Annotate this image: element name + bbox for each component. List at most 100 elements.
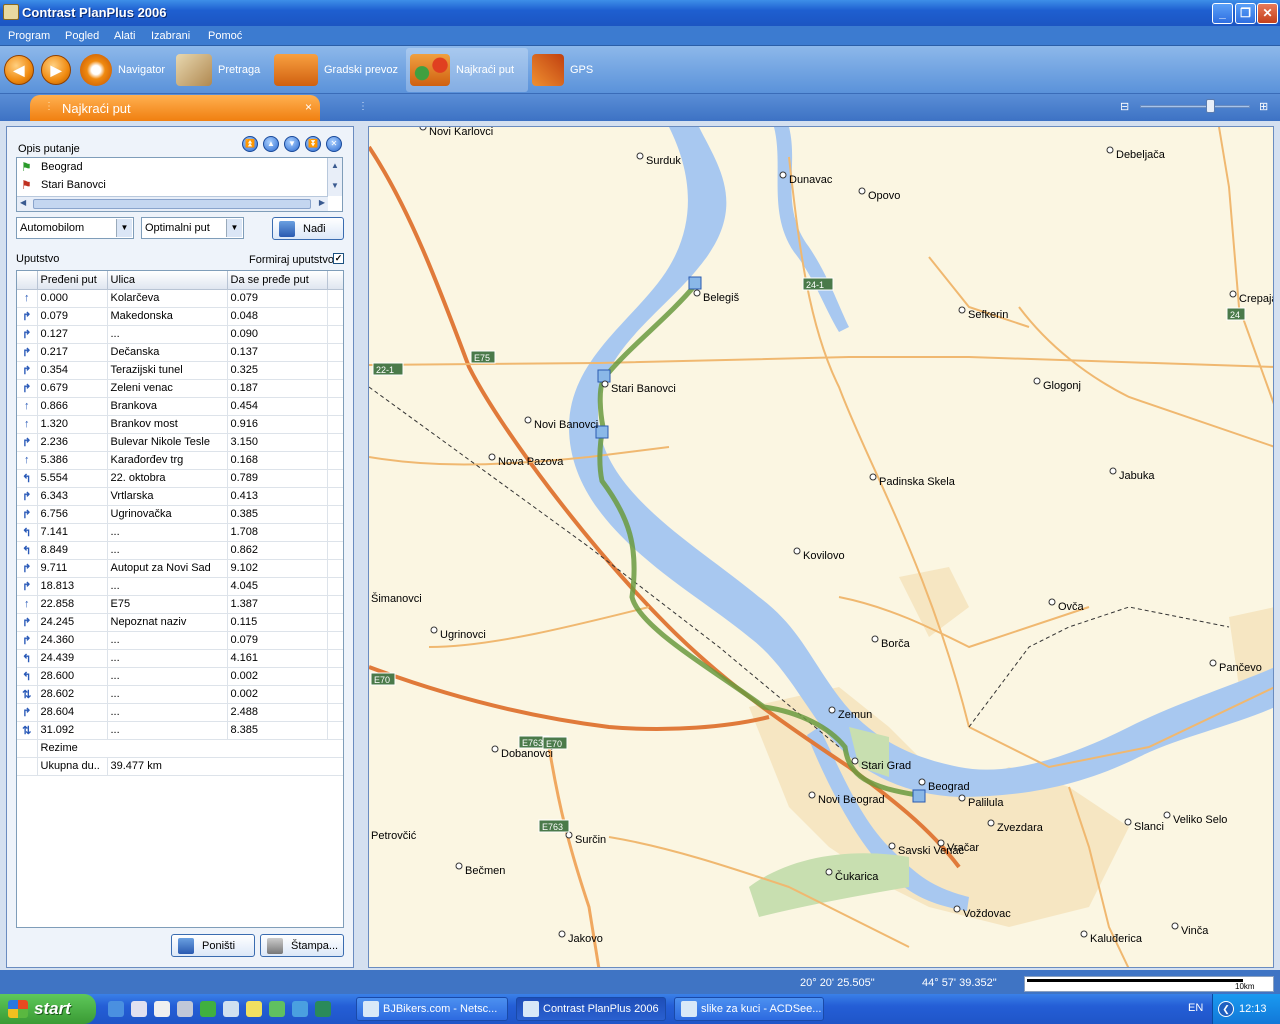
chevron-down-icon[interactable]: ▼: [116, 219, 132, 237]
place-dot[interactable]: [455, 862, 463, 870]
place-dot[interactable]: [1163, 811, 1171, 819]
place-dot[interactable]: [918, 778, 926, 786]
place-label[interactable]: Novi Beograd: [818, 794, 885, 806]
close-window-button[interactable]: ✕: [1257, 3, 1278, 24]
zoom-slider-thumb[interactable]: [1206, 99, 1215, 113]
instruction-row[interactable]: ↱ 0.354 Terazijski tunel 0.325: [17, 361, 343, 380]
splitter-grip-icon[interactable]: ⋮: [358, 101, 368, 112]
place-label[interactable]: Beograd: [928, 781, 970, 793]
place-label[interactable]: Borča: [881, 638, 911, 650]
scroll-down-icon[interactable]: ▼: [328, 178, 342, 194]
place-label[interactable]: Savski Venac: [898, 845, 965, 857]
place-label[interactable]: Jakovo: [568, 933, 603, 945]
place-dot[interactable]: [793, 547, 801, 555]
place-label[interactable]: Belegiš: [703, 292, 740, 304]
place-dot[interactable]: [958, 794, 966, 802]
quicklaunch-green-icon[interactable]: [200, 1001, 216, 1017]
menu-izabrani[interactable]: Izabrani: [151, 30, 190, 42]
place-label[interactable]: Slanci: [1134, 821, 1164, 833]
quicklaunch-doc-icon[interactable]: [177, 1001, 193, 1017]
place-label[interactable]: Šimanovci: [371, 592, 422, 605]
place-dot[interactable]: [953, 905, 961, 913]
menu-pomoc[interactable]: Pomoć: [208, 30, 242, 42]
remove-waypoint-icon[interactable]: ✕: [326, 136, 342, 152]
instruction-row[interactable]: ↱ 9.711 Autoput za Novi Sad 9.102: [17, 559, 343, 578]
place-dot[interactable]: [430, 626, 438, 634]
place-dot[interactable]: [1109, 467, 1117, 475]
quicklaunch-edge-icon[interactable]: [292, 1001, 308, 1017]
place-label[interactable]: Surčin: [575, 834, 606, 846]
place-label[interactable]: Kovilovo: [803, 550, 845, 562]
place-label[interactable]: Novi Banovci: [534, 419, 598, 431]
instruction-row[interactable]: ↱ 18.813 ... 4.045: [17, 577, 343, 596]
instruction-row[interactable]: ↑ 0.000 Kolarčeva 0.079: [17, 289, 343, 308]
route-type-select[interactable]: Optimalni put ▼: [141, 217, 244, 239]
tray-expand-icon[interactable]: ❮: [1218, 1001, 1234, 1017]
place-label[interactable]: Crepaja: [1239, 293, 1274, 305]
place-label[interactable]: Stari Grad: [861, 760, 911, 772]
maximize-button[interactable]: ❐: [1235, 3, 1256, 24]
place-dot[interactable]: [1124, 818, 1132, 826]
instruction-row[interactable]: ↑ 5.386 Karađorđev trg 0.168: [17, 451, 343, 470]
instruction-row[interactable]: ↱ 24.360 ... 0.079: [17, 631, 343, 650]
zoom-out-icon[interactable]: ⊟: [1120, 100, 1129, 113]
cancel-button[interactable]: Poništi: [171, 934, 255, 957]
place-dot[interactable]: [524, 416, 532, 424]
place-dot[interactable]: [558, 930, 566, 938]
place-label[interactable]: Voždovac: [963, 908, 1011, 920]
move-down-icon[interactable]: ▼: [284, 136, 300, 152]
tool-gps[interactable]: GPS: [528, 48, 597, 92]
place-label[interactable]: Zvezdara: [997, 822, 1044, 834]
place-dot[interactable]: [851, 757, 859, 765]
quicklaunch-netscape-icon[interactable]: [315, 1001, 331, 1017]
zoom-in-icon[interactable]: ⊞: [1259, 100, 1268, 113]
instruction-row[interactable]: ↰ 28.600 ... 0.002: [17, 667, 343, 686]
tab-close-icon[interactable]: ×: [305, 100, 312, 114]
task-netscape[interactable]: BJBikers.com - Netsc...: [356, 997, 508, 1021]
place-dot[interactable]: [808, 791, 816, 799]
instruction-row[interactable]: ⇅ 31.092 ... 8.385: [17, 721, 343, 740]
place-dot[interactable]: [491, 745, 499, 753]
place-label[interactable]: Dunavac: [789, 174, 833, 186]
place-label[interactable]: Debeljača: [1116, 149, 1166, 161]
route-marker-beograd[interactable]: [912, 789, 926, 803]
place-dot[interactable]: [1229, 290, 1237, 298]
instruction-row[interactable]: ↱ 0.679 Zeleni venac 0.187: [17, 379, 343, 398]
instruction-row[interactable]: ↱ 6.756 Ugrinovačka 0.385: [17, 505, 343, 524]
place-dot[interactable]: [601, 380, 609, 388]
col-street-header[interactable]: Ulica: [107, 271, 228, 290]
place-label[interactable]: Glogonj: [1043, 380, 1081, 392]
place-label[interactable]: Opovo: [868, 190, 900, 202]
tool-najkraci-put[interactable]: Najkraći put: [406, 48, 528, 92]
tool-navigator[interactable]: Navigator: [76, 48, 169, 92]
place-label[interactable]: Vinča: [1181, 925, 1209, 937]
instruction-row[interactable]: ↱ 0.127 ... 0.090: [17, 325, 343, 344]
col-distance-header[interactable]: Pređeni put: [37, 271, 108, 290]
place-dot[interactable]: [1080, 930, 1088, 938]
minimize-button[interactable]: _: [1212, 3, 1233, 24]
place-label[interactable]: Stari Banovci: [611, 383, 676, 395]
place-label[interactable]: Dobanovci: [501, 748, 553, 760]
place-label[interactable]: Surduk: [646, 155, 681, 167]
place-label[interactable]: Ovča: [1058, 601, 1085, 613]
quicklaunch-media-icon[interactable]: [154, 1001, 170, 1017]
instruction-row[interactable]: ↱ 28.604 ... 2.488: [17, 703, 343, 722]
place-dot[interactable]: [1209, 659, 1217, 667]
hscroll-thumb[interactable]: [33, 199, 311, 209]
place-dot[interactable]: [693, 289, 701, 297]
task-planplus[interactable]: Contrast PlanPlus 2006: [516, 997, 666, 1021]
waypoint-end[interactable]: Stari Banovci: [41, 179, 106, 191]
instruction-row[interactable]: ↑ 0.866 Brankova 0.454: [17, 397, 343, 416]
quicklaunch-app-icon[interactable]: [131, 1001, 147, 1017]
form-instructions-checkbox[interactable]: ✓: [333, 253, 344, 264]
instruction-row[interactable]: ⇅ 28.602 ... 0.002: [17, 685, 343, 704]
tool-gradski-prevoz[interactable]: Gradski prevoz: [270, 48, 402, 92]
place-label[interactable]: Pančevo: [1219, 662, 1262, 674]
zoom-slider[interactable]: [1140, 105, 1250, 108]
chevron-down-icon[interactable]: ▼: [226, 219, 242, 237]
place-dot[interactable]: [1048, 598, 1056, 606]
place-dot[interactable]: [779, 171, 787, 179]
instruction-row[interactable]: ↑ 22.858 E75 1.387: [17, 595, 343, 614]
route-marker-stari-banovci[interactable]: [597, 369, 611, 383]
map-view[interactable]: Novi Karlovci Surduk Dunavac Opovo Debeljača…: [368, 126, 1274, 968]
